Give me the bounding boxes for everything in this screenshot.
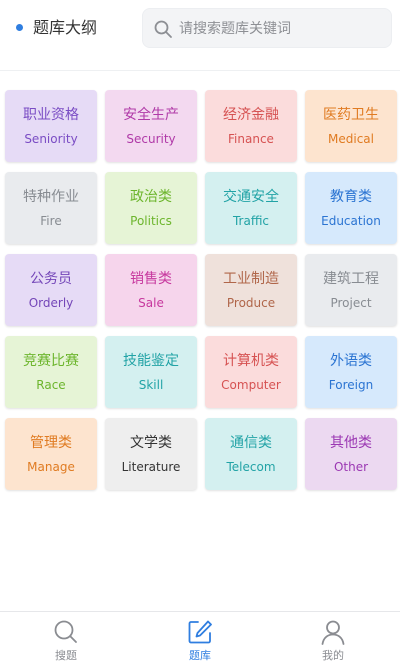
category-card[interactable]: 交通安全 Traffic bbox=[205, 172, 297, 244]
category-english-name: Finance bbox=[228, 132, 274, 146]
category-english-name: Politics bbox=[130, 214, 172, 228]
category-name: 竞赛比赛 bbox=[23, 353, 79, 369]
category-english-name: Fire bbox=[40, 214, 62, 228]
category-name: 公务员 bbox=[30, 271, 72, 287]
category-name: 教育类 bbox=[330, 189, 372, 205]
edit-icon bbox=[188, 620, 212, 644]
category-name: 通信类 bbox=[230, 435, 272, 451]
user-icon bbox=[321, 620, 345, 645]
category-card[interactable]: 安全生产 Security bbox=[105, 90, 197, 162]
category-english-name: Skill bbox=[138, 378, 164, 392]
category-card[interactable]: 销售类 Sale bbox=[105, 254, 197, 326]
category-card[interactable]: 职业资格 Seniority bbox=[5, 90, 97, 162]
category-english-name: Foreign bbox=[328, 378, 374, 392]
category-english-name: Telecom bbox=[226, 460, 276, 474]
category-name: 政治类 bbox=[130, 189, 172, 205]
category-card[interactable]: 管理类 Manage bbox=[5, 418, 97, 490]
tab-label: 题库 bbox=[189, 649, 211, 662]
category-english-name: Other bbox=[333, 460, 369, 474]
category-name: 计算机类 bbox=[223, 353, 279, 369]
category-name: 医药卫生 bbox=[323, 107, 379, 123]
category-name: 交通安全 bbox=[223, 189, 279, 205]
category-card[interactable]: 外语类 Foreign bbox=[305, 336, 397, 408]
category-name: 工业制造 bbox=[223, 271, 279, 287]
category-name: 销售类 bbox=[130, 271, 172, 287]
category-english-name: Security bbox=[126, 132, 176, 146]
category-english-name: Seniority bbox=[24, 132, 78, 146]
category-english-name: Medical bbox=[328, 132, 374, 146]
category-english-name: Sale bbox=[138, 296, 164, 310]
search-input[interactable]: 请搜索题库关键词 bbox=[142, 8, 392, 48]
category-name: 职业资格 bbox=[23, 107, 79, 123]
tab-search[interactable]: 搜题 bbox=[26, 618, 106, 666]
category-card[interactable]: 工业制造 Produce bbox=[205, 254, 297, 326]
category-english-name: Manage bbox=[27, 460, 75, 474]
category-name: 安全生产 bbox=[123, 107, 179, 123]
category-english-name: Orderly bbox=[28, 296, 74, 310]
category-card[interactable]: 技能鉴定 Skill bbox=[105, 336, 197, 408]
header: 题库大纲 请搜索题库关键词 bbox=[0, 0, 400, 56]
category-name: 外语类 bbox=[330, 353, 372, 369]
category-card[interactable]: 建筑工程 Project bbox=[305, 254, 397, 326]
tab-profile[interactable]: 我的 bbox=[293, 618, 373, 666]
category-english-name: Education bbox=[321, 214, 381, 228]
category-name: 经济金融 bbox=[223, 107, 279, 123]
category-card[interactable]: 经济金融 Finance bbox=[205, 90, 297, 162]
category-card[interactable]: 通信类 Telecom bbox=[205, 418, 297, 490]
category-name: 技能鉴定 bbox=[123, 353, 179, 369]
search-icon bbox=[154, 20, 172, 38]
page-title: 题库大纲 bbox=[33, 18, 98, 37]
category-english-name: Project bbox=[330, 296, 372, 310]
category-english-name: Race bbox=[36, 378, 66, 392]
category-english-name: Literature bbox=[121, 460, 181, 474]
search-placeholder: 请搜索题库关键词 bbox=[179, 21, 291, 37]
category-card[interactable]: 特种作业 Fire bbox=[5, 172, 97, 244]
title-dot bbox=[16, 24, 23, 31]
category-english-name: Traffic bbox=[232, 214, 270, 228]
category-card[interactable]: 公务员 Orderly bbox=[5, 254, 97, 326]
category-card[interactable]: 政治类 Politics bbox=[105, 172, 197, 244]
category-card[interactable]: 文学类 Literature bbox=[105, 418, 197, 490]
search-icon bbox=[54, 620, 77, 643]
tab-question-bank[interactable]: 题库 bbox=[160, 618, 240, 666]
tab-label: 搜题 bbox=[55, 649, 77, 662]
category-card[interactable]: 医药卫生 Medical bbox=[305, 90, 397, 162]
category-card[interactable]: 竞赛比赛 Race bbox=[5, 336, 97, 408]
category-name: 管理类 bbox=[30, 435, 72, 451]
tab-bar: 搜题 题库 我的 bbox=[0, 611, 400, 666]
category-name: 文学类 bbox=[130, 435, 172, 451]
category-english-name: Produce bbox=[226, 296, 276, 310]
category-name: 特种作业 bbox=[23, 189, 79, 205]
category-name: 其他类 bbox=[330, 435, 372, 451]
category-name: 建筑工程 bbox=[323, 271, 379, 287]
category-card[interactable]: 教育类 Education bbox=[305, 172, 397, 244]
category-card[interactable]: 其他类 Other bbox=[305, 418, 397, 490]
tab-label: 我的 bbox=[322, 649, 344, 662]
category-english-name: Computer bbox=[221, 378, 281, 392]
category-card[interactable]: 计算机类 Computer bbox=[205, 336, 297, 408]
header-divider bbox=[0, 70, 400, 71]
